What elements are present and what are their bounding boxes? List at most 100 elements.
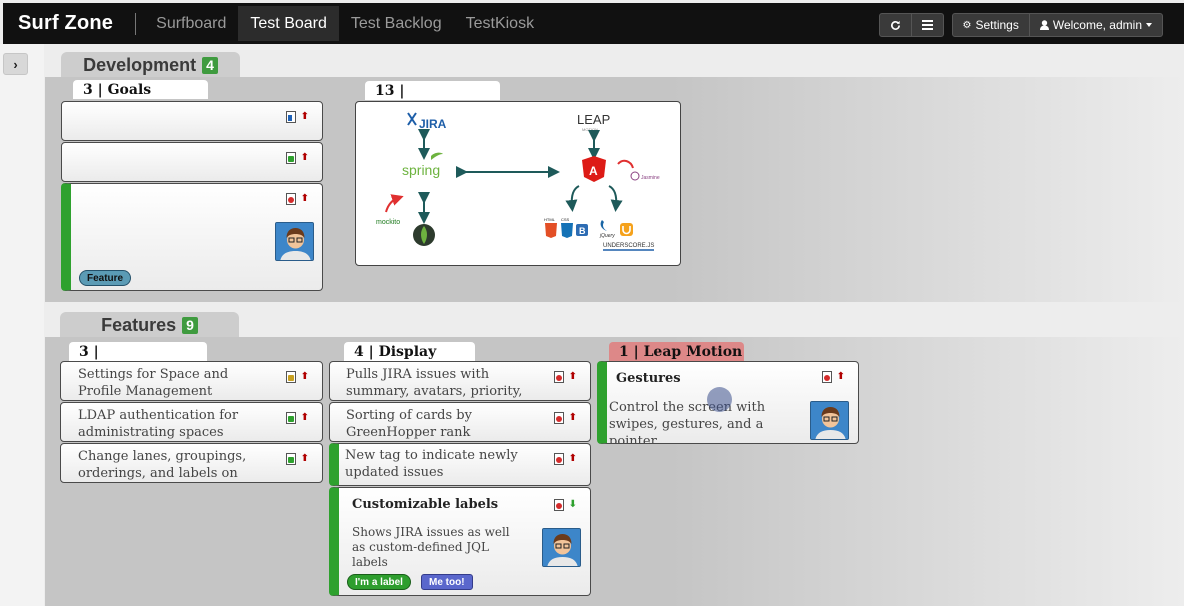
card-icons: ⬆ (285, 111, 309, 123)
brand-logo[interactable]: Surf Zone (18, 12, 113, 35)
user-icon (1039, 20, 1049, 30)
svg-text:CSS: CSS (561, 217, 570, 222)
priority-up-icon: ⬆ (300, 453, 309, 464)
svg-text:Jasmine: Jasmine (641, 175, 660, 181)
tab-surfboard[interactable]: Surfboard (144, 6, 238, 41)
tab-test-board[interactable]: Test Board (238, 6, 339, 41)
sidebar-expand-button[interactable]: › (3, 53, 28, 75)
settings-button-group: ⚙ Settings Welcome, admin (951, 13, 1163, 37)
leap-pointer-cursor (707, 387, 732, 412)
label-feature[interactable]: Feature (79, 270, 132, 286)
bug-icon (553, 371, 564, 383)
svg-text:HTML: HTML (544, 217, 556, 222)
refresh-button[interactable] (880, 14, 911, 36)
lane-title: Features (101, 315, 177, 335)
card-icons: ⬆ (285, 152, 309, 164)
priority-up-icon: ⬆ (300, 412, 309, 423)
view-button-group (878, 13, 944, 37)
priority-up-icon: ⬆ (300, 111, 309, 122)
column-header-display[interactable]: 4 | Display (344, 342, 475, 361)
priority-up-icon: ⬆ (836, 371, 845, 382)
priority-up-icon: ⬆ (568, 453, 577, 464)
mockito-logo: mockito (376, 219, 400, 226)
bug-icon (285, 193, 296, 205)
svg-text:JIRA: JIRA (419, 117, 447, 131)
svg-text:jQuery: jQuery (599, 233, 615, 239)
bug-icon (553, 453, 564, 465)
card-title: Customizable labels (352, 497, 499, 512)
avatar (810, 401, 849, 440)
lane-title: Development (83, 55, 197, 75)
lane-tab-development[interactable]: Development 4 (61, 52, 240, 79)
navbar-actions: ⚙ Settings Welcome, admin (878, 13, 1163, 37)
svg-text:MOTION: MOTION (582, 127, 598, 132)
lane-count-badge: 9 (182, 317, 198, 334)
avatar (275, 222, 314, 261)
bug-icon (553, 499, 564, 511)
architecture-diagram: JIRA spring LEAP MOTION A Jasmine mockit… (376, 112, 660, 251)
check-icon (285, 453, 296, 465)
card-icons: ⬇ (553, 499, 577, 511)
priority-up-icon: ⬆ (568, 412, 577, 423)
card-icons: ⬆ (553, 371, 577, 383)
refresh-icon (890, 20, 900, 30)
lane-count-badge: 4 (202, 57, 218, 74)
tab-test-backlog[interactable]: Test Backlog (339, 6, 454, 41)
card-goal-1[interactable]: ⬆ (61, 101, 323, 141)
jasmine-logo: Jasmine (630, 171, 660, 181)
curved-arrow-jquery (608, 185, 623, 212)
caret-down-icon (1146, 23, 1152, 27)
card-customization-2[interactable]: LDAP authentication for administrating s… (60, 402, 323, 442)
bug-icon (821, 371, 832, 383)
label-im-a-label[interactable]: I'm a label (347, 574, 411, 590)
card-display-4[interactable]: Customizable labels ⬇ Shows JIRA issues … (329, 487, 591, 596)
card-summary: Pulls JIRA issues with summary, avatars,… (346, 367, 523, 399)
priority-up-icon: ⬆ (300, 152, 309, 163)
lane-tab-features[interactable]: Features 9 (60, 312, 239, 339)
curved-arrow-jasmine (617, 159, 634, 169)
card-architecture-diagram[interactable]: JIRA spring LEAP MOTION A Jasmine mockit… (355, 101, 681, 266)
label-me-too[interactable]: Me too! (421, 574, 473, 590)
card-summary: Shows JIRA issues as well as custom-defi… (352, 525, 510, 569)
avatar-image (811, 402, 848, 439)
card-icons: ⬆ (285, 371, 309, 383)
svg-text:spring: spring (402, 162, 440, 178)
svg-text:B: B (579, 226, 586, 236)
column-header-leap-motion[interactable]: 1 | Leap Motion (609, 342, 744, 361)
svg-text:UNDERSCORE.JS: UNDERSCORE.JS (603, 243, 654, 249)
card-customization-1[interactable]: Settings for Space and Profile Managemen… (60, 361, 323, 401)
svg-text:LEAP: LEAP (577, 112, 610, 127)
tab-testkiosk[interactable]: TestKiosk (454, 6, 546, 41)
card-icons: ⬆ (285, 193, 309, 205)
mongodb-logo (413, 224, 435, 246)
column-header-architecture[interactable]: 13 | Architecture (365, 81, 500, 119)
card-display-3[interactable]: New tag to indicate newly updated issues… (329, 443, 591, 486)
settings-button[interactable]: ⚙ Settings (953, 14, 1029, 36)
card-goal-2[interactable]: ⬆ (61, 142, 323, 182)
card-title: Gestures (616, 371, 681, 386)
card-icons: ⬆ (821, 371, 845, 383)
top-navbar: Surf Zone Surfboard Test Board Test Back… (3, 3, 1184, 44)
list-view-button[interactable] (910, 14, 943, 36)
column-header-goals[interactable]: 3 | Goals (73, 80, 208, 99)
user-menu-button[interactable]: Welcome, admin (1028, 14, 1162, 36)
bug-icon (553, 412, 564, 424)
angular-logo: A (582, 156, 606, 182)
card-customization-3[interactable]: Change lanes, groupings, orderings, and … (60, 443, 323, 483)
jira-logo: JIRA (407, 112, 447, 131)
card-icons: ⬆ (285, 412, 309, 424)
list-icon (921, 20, 933, 30)
check-icon (285, 152, 296, 164)
html5-logo: HTML (544, 217, 557, 238)
card-icons: ⬆ (553, 453, 577, 465)
spring-logo: spring (402, 152, 443, 178)
svg-text:A: A (589, 164, 598, 178)
card-display-2[interactable]: Sorting of cards by GreenHopper rank ⬆ (329, 402, 591, 442)
settings-label: Settings (975, 18, 1019, 32)
nav-divider (135, 12, 137, 35)
card-goal-3[interactable]: ⬆ Feature (61, 183, 323, 291)
card-summary: Settings for Space and Profile Managemen… (78, 367, 229, 399)
note-icon (285, 371, 296, 383)
column-header-customization[interactable]: 3 | Customization (69, 342, 207, 380)
card-display-1[interactable]: Pulls JIRA issues with summary, avatars,… (329, 361, 591, 401)
